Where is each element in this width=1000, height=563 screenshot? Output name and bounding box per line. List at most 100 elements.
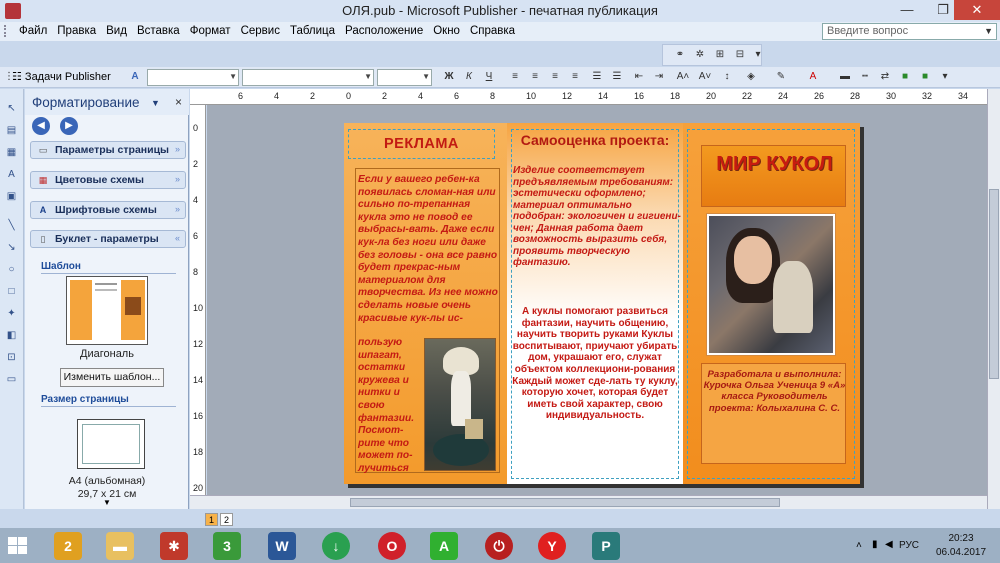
menu-view[interactable]: Вид [101, 22, 132, 41]
bold-icon[interactable]: Ж [442, 70, 456, 84]
line-spacing-icon[interactable]: ↕ [720, 70, 734, 84]
hotspot-icon[interactable]: ⊡ [4, 351, 19, 364]
autoshapes-icon[interactable]: ✦ [4, 307, 19, 320]
line-icon[interactable]: ╲ [4, 219, 19, 232]
chevron-down-icon[interactable]: ▼ [151, 98, 160, 108]
change-template-button[interactable]: Изменить шаблон... [60, 368, 164, 387]
dash-style-icon[interactable]: ┅ [858, 70, 872, 84]
menu-format[interactable]: Формат [185, 22, 236, 41]
menu-window[interactable]: Окно [428, 22, 465, 41]
horizontal-ruler[interactable]: 642024681012141618202224262830323436 [190, 89, 987, 105]
task-pane-title[interactable]: Форматирование [32, 95, 140, 110]
author-box[interactable]: Разработала и выполнила: Курочка Ольга У… [701, 363, 846, 464]
publication-page[interactable]: РЕКЛАМА Если у вашего ребен-ка появилась… [344, 123, 860, 484]
self-assessment-title[interactable]: Самооценка проекта: [507, 133, 683, 148]
numbering-icon[interactable]: ☰ [590, 70, 604, 84]
page-tab-2[interactable]: 2 [220, 513, 233, 526]
page-size-thumbnail[interactable] [77, 419, 145, 469]
chevron-down-icon[interactable]: ▾ [751, 48, 765, 62]
close-button[interactable]: ✕ [954, 0, 1000, 20]
page-tab-1[interactable]: 1 [205, 513, 218, 526]
ask-question-input[interactable]: Введите вопрос ▼ [822, 23, 997, 40]
toolbar-grip[interactable] [4, 25, 10, 37]
scroll-down-icon[interactable]: ▼ [103, 498, 111, 507]
dolls-benefits-text[interactable]: А куклы помогают развиться фантазии, нау… [511, 306, 679, 422]
publisher-tasks-button[interactable]: ☷ Задачи Publisher [12, 69, 111, 86]
align-icon[interactable]: ⊞ [713, 48, 727, 62]
picture-frame-icon[interactable]: ▣ [4, 190, 19, 203]
select-pointer-icon[interactable]: ↖ [4, 102, 19, 115]
fill-color-icon[interactable]: ◈ [744, 70, 758, 84]
forward-icon[interactable]: ▶ [60, 117, 78, 135]
opera-icon[interactable]: O [378, 532, 406, 560]
minimize-button[interactable]: — [892, 0, 922, 20]
arrow-style-icon[interactable]: ⇄ [878, 70, 892, 84]
design-gallery-icon[interactable]: ◧ [4, 329, 19, 342]
power-icon[interactable]: ⏻ [485, 532, 513, 560]
section-brochure-options[interactable]: ▯ Буклет - параметры « [30, 230, 186, 248]
decrease-indent-icon[interactable]: ⇤ [632, 70, 646, 84]
font-combo[interactable] [242, 69, 374, 86]
folder-icon[interactable]: ▬ [106, 532, 134, 560]
wordart-icon[interactable]: A [4, 168, 19, 181]
menu-file[interactable]: Файл [14, 22, 52, 41]
table-icon[interactable]: ▦ [4, 146, 19, 159]
keyboard-language[interactable]: РУС [899, 540, 919, 551]
app-icon-2[interactable]: 2 [54, 532, 82, 560]
shrink-font-icon[interactable]: A˅ [698, 70, 712, 84]
advertising-text-continued[interactable]: пользую шпагат, остатки кружева и нитки … [358, 337, 422, 476]
menu-arrange[interactable]: Расположение [340, 22, 428, 41]
volume-icon[interactable]: ◀ [885, 539, 893, 550]
self-assessment-text[interactable]: Изделие соответствует предъявляемым треб… [513, 165, 683, 269]
advertising-title[interactable]: РЕКЛАМА [384, 136, 459, 152]
form-control-icon[interactable]: ▭ [4, 373, 19, 386]
menu-edit[interactable]: Правка [52, 22, 101, 41]
grow-font-icon[interactable]: A˄ [676, 70, 690, 84]
author-photo[interactable] [706, 213, 836, 356]
3d-style-icon[interactable]: ■ [918, 70, 932, 84]
clock-date[interactable]: 06.04.2017 [930, 547, 992, 558]
clock-time[interactable]: 20:23 [930, 533, 992, 544]
text-box-icon[interactable]: ▤ [4, 124, 19, 137]
rectangle-icon[interactable]: □ [4, 285, 19, 298]
justify-icon[interactable]: ≡ [568, 70, 582, 84]
download-icon[interactable]: ↓ [322, 532, 350, 560]
link-icon[interactable]: ⚭ [673, 48, 687, 62]
network-icon[interactable]: ▮ [872, 539, 878, 550]
menu-tools[interactable]: Сервис [236, 22, 285, 41]
picture-icon[interactable]: ✲ [693, 48, 707, 62]
close-icon[interactable]: × [175, 95, 182, 109]
font-size-combo[interactable] [377, 69, 432, 86]
section-page-setup[interactable]: ▭ Параметры страницы » [30, 141, 186, 159]
scrollbar-thumb[interactable] [989, 189, 999, 379]
styles-icon[interactable]: A [128, 70, 142, 84]
oval-icon[interactable]: ○ [4, 263, 19, 276]
app-icon-a[interactable]: A [430, 532, 458, 560]
cover-title-box[interactable]: МИР КУКОЛ [701, 145, 846, 207]
font-color-icon[interactable]: A [806, 70, 820, 84]
app-icon-3[interactable]: 3 [213, 532, 241, 560]
bullets-icon[interactable]: ☰ [610, 70, 624, 84]
publisher-taskbar-icon[interactable]: P [592, 532, 620, 560]
template-thumbnail[interactable] [66, 276, 148, 345]
distribute-icon[interactable]: ⊟ [733, 48, 747, 62]
style-combo[interactable] [147, 69, 239, 86]
tray-chevron-icon[interactable]: ˄ [856, 540, 862, 551]
advertising-text[interactable]: Если у вашего ребен-ка появилась сломан-… [358, 174, 500, 325]
chevron-down-icon[interactable]: ▾ [938, 70, 952, 84]
vertical-scrollbar[interactable] [987, 89, 1000, 509]
line-color-icon[interactable]: ✎ [774, 70, 788, 84]
arrow-icon[interactable]: ↘ [4, 241, 19, 254]
vertical-ruler[interactable]: 0 2 4 6 8 10 12 14 16 18 20 [190, 105, 206, 495]
section-font-schemes[interactable]: A Шрифтовые схемы » [30, 201, 186, 219]
menu-help[interactable]: Справка [465, 22, 520, 41]
increase-indent-icon[interactable]: ⇥ [652, 70, 666, 84]
align-right-icon[interactable]: ≡ [548, 70, 562, 84]
align-left-icon[interactable]: ≡ [508, 70, 522, 84]
line-style-icon[interactable]: ▬ [838, 70, 852, 84]
section-color-schemes[interactable]: ▦ Цветовые схемы » [30, 171, 186, 189]
chevron-down-icon[interactable]: ▼ [984, 24, 993, 39]
horizontal-scrollbar[interactable] [190, 495, 987, 509]
scrollbar-thumb[interactable] [350, 498, 780, 507]
italic-icon[interactable]: К [462, 70, 476, 84]
